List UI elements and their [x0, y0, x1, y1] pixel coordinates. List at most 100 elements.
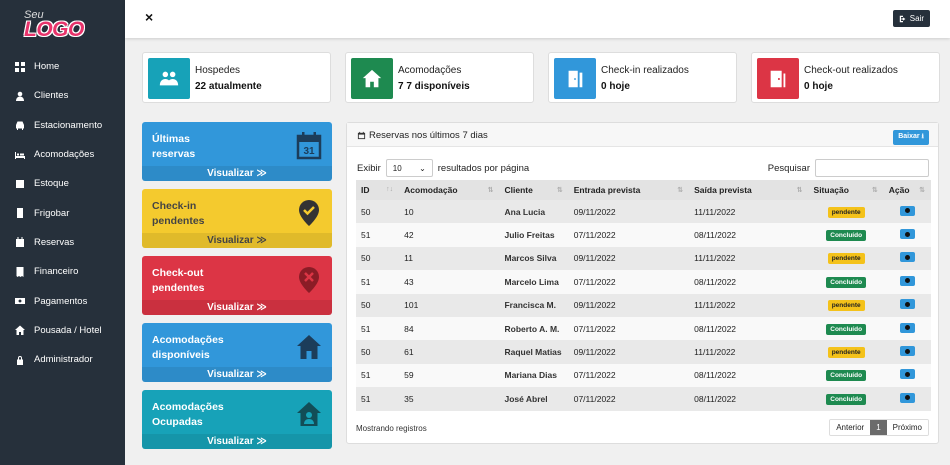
page-size-control: Exibir 10 ⌄ resultados por página: [357, 159, 529, 177]
card-title-line1: Últimas: [152, 133, 190, 145]
cell-cliente: Julio Freitas: [499, 223, 569, 247]
sidebar-item-estacionamento[interactable]: Estacionamento: [0, 111, 125, 140]
close-icon[interactable]: ×: [145, 9, 153, 25]
sidebar-item-pagamentos[interactable]: Pagamentos: [0, 286, 125, 315]
sidebar-item-label: Home: [34, 61, 60, 73]
cell-id: 51: [356, 387, 400, 411]
stat-icon-box: [148, 58, 190, 99]
sort-icon: ⇅: [919, 187, 925, 194]
stat-icon-box: [757, 58, 799, 99]
prev-page-button[interactable]: Anterior: [830, 420, 871, 435]
cell-acao: [883, 200, 931, 224]
cell-entrada: 07/11/2022: [568, 363, 690, 388]
table-row: 51 35 José Abrel 07/11/2022 08/11/2022 Conclu…: [356, 387, 931, 411]
pagination: Anterior 1 Próximo: [829, 419, 929, 436]
card-view-link[interactable]: Visualizar ≫: [142, 166, 332, 181]
status-badge: Concluído: [826, 323, 867, 335]
cell-id: 50: [356, 200, 400, 224]
cell-situacao: Concluído: [808, 316, 884, 341]
cell-saida: 11/11/2022: [689, 200, 809, 224]
column-header-6[interactable]: Situação ⇅: [808, 180, 884, 200]
card-view-link[interactable]: Visualizar ≫: [142, 300, 332, 315]
stat-card-4: Check-out realizados 0 hoje: [751, 52, 940, 103]
view-eye-icon[interactable]: [899, 299, 915, 310]
shortcut-card-3[interactable]: Check-out pendentes Visualizar ≫: [142, 256, 332, 315]
per-page-label: resultados por página: [437, 162, 530, 174]
stat-icon-box: [554, 58, 596, 99]
house-user-icon: [297, 402, 321, 426]
stat-title: Check-in realizados: [601, 65, 689, 76]
column-header-3[interactable]: Cliente ⇅: [499, 180, 569, 200]
sidebar-item-reservas[interactable]: Reservas: [0, 228, 125, 257]
sidebar-item-label: Pousada / Hotel: [34, 324, 102, 336]
card-view-link[interactable]: Visualizar ≫: [142, 233, 332, 248]
column-header-4[interactable]: Entrada prevista ⇅: [568, 180, 690, 200]
cell-acao: [883, 270, 931, 294]
table-row: 50 61 Raquel Matias 09/11/2022 11/11/2022 pen…: [356, 340, 931, 364]
page-size-select[interactable]: 10 ⌄: [385, 159, 433, 177]
status-badge: pendente: [827, 300, 865, 312]
card-view-link[interactable]: Visualizar ≫: [142, 367, 332, 382]
money-icon: [15, 298, 25, 305]
shortcut-card-2[interactable]: Check-in pendentes Visualizar ≫: [142, 189, 332, 248]
reservations-table: ID ↑↓ Acomodação ⇅ Cliente ⇅ Entrada prevista ⇅…: [356, 180, 931, 411]
status-badge: Concluído: [826, 276, 867, 288]
view-eye-icon[interactable]: [899, 252, 915, 263]
fridge-icon: [17, 208, 23, 219]
cell-situacao: Concluído: [808, 223, 884, 247]
cell-saida: 08/11/2022: [689, 387, 809, 411]
card-title-line2: pendentes: [152, 282, 205, 294]
sort-icon: ⇅: [796, 187, 803, 194]
column-header-1[interactable]: ID ↑↓: [356, 180, 400, 200]
status-badge: pendente: [827, 253, 865, 265]
view-eye-icon[interactable]: [899, 275, 915, 286]
calendar-day-text: 31: [303, 146, 315, 157]
cell-cliente: Roberto A. M.: [499, 316, 569, 341]
status-badge: Concluído: [826, 393, 867, 405]
shortcut-card-5[interactable]: Acomodações Ocupadas Visualizar ≫: [142, 390, 332, 449]
sidebar-item-acomodações[interactable]: Acomodações: [0, 140, 125, 169]
map-pin-check-icon: [299, 200, 319, 226]
sidebar-item-home[interactable]: Home: [0, 52, 125, 81]
logo[interactable]: Seu LOGO: [22, 7, 92, 43]
sidebar-item-administrador[interactable]: Administrador: [0, 345, 125, 374]
sidebar-item-clientes[interactable]: Clientes: [0, 81, 125, 110]
search-input[interactable]: [815, 159, 929, 177]
stat-value: 0 hoje: [804, 81, 833, 92]
card-view-link[interactable]: Visualizar ≫: [142, 434, 332, 449]
column-label: Saída prevista: [694, 185, 752, 195]
view-eye-icon[interactable]: [899, 369, 915, 380]
view-eye-icon[interactable]: [899, 392, 915, 403]
logout-button[interactable]: Sair: [892, 10, 930, 27]
view-eye-icon[interactable]: [899, 229, 915, 240]
sidebar-item-frigobar[interactable]: Frigobar: [0, 198, 125, 227]
shortcut-card-4[interactable]: Acomodações disponíveis Visualizar ≫: [142, 323, 332, 382]
next-page-button[interactable]: Próximo: [886, 420, 928, 435]
status-badge: pendente: [827, 347, 865, 359]
sidebar-item-estoque[interactable]: Estoque: [0, 169, 125, 198]
sidebar-item-financeiro[interactable]: Financeiro: [0, 257, 125, 286]
cell-saida: 11/11/2022: [689, 340, 809, 364]
column-header-7[interactable]: Ação ⇅: [883, 180, 931, 200]
card-title: Acomodações Ocupadas: [152, 400, 224, 430]
view-eye-icon[interactable]: [899, 205, 915, 216]
cell-saida: 08/11/2022: [689, 270, 809, 294]
map-pin-x-icon: [299, 267, 319, 293]
view-eye-icon[interactable]: [899, 346, 915, 357]
column-header-2[interactable]: Acomodação ⇅: [399, 180, 500, 200]
cell-situacao: pendente: [808, 200, 884, 224]
view-eye-icon[interactable]: [899, 322, 915, 333]
sidebar-item-pousada-hotel[interactable]: Pousada / Hotel: [0, 316, 125, 345]
download-button[interactable]: Baixar ⭳: [893, 130, 929, 145]
card-title: Últimas reservas: [152, 132, 195, 162]
show-label: Exibir: [357, 162, 381, 174]
cell-acao: [883, 246, 931, 271]
shortcut-card-1[interactable]: Últimas reservas 31 Visualizar ≫: [142, 122, 332, 181]
cell-acao: [883, 340, 931, 364]
status-badge: pendente: [827, 206, 865, 218]
column-header-5[interactable]: Saída prevista ⇅: [689, 180, 809, 200]
card-title-line1: Check-in: [152, 200, 197, 212]
door-in-icon: [568, 70, 583, 87]
stat-card-3: Check-in realizados 0 hoje: [548, 52, 737, 103]
current-page-button[interactable]: 1: [870, 420, 887, 435]
